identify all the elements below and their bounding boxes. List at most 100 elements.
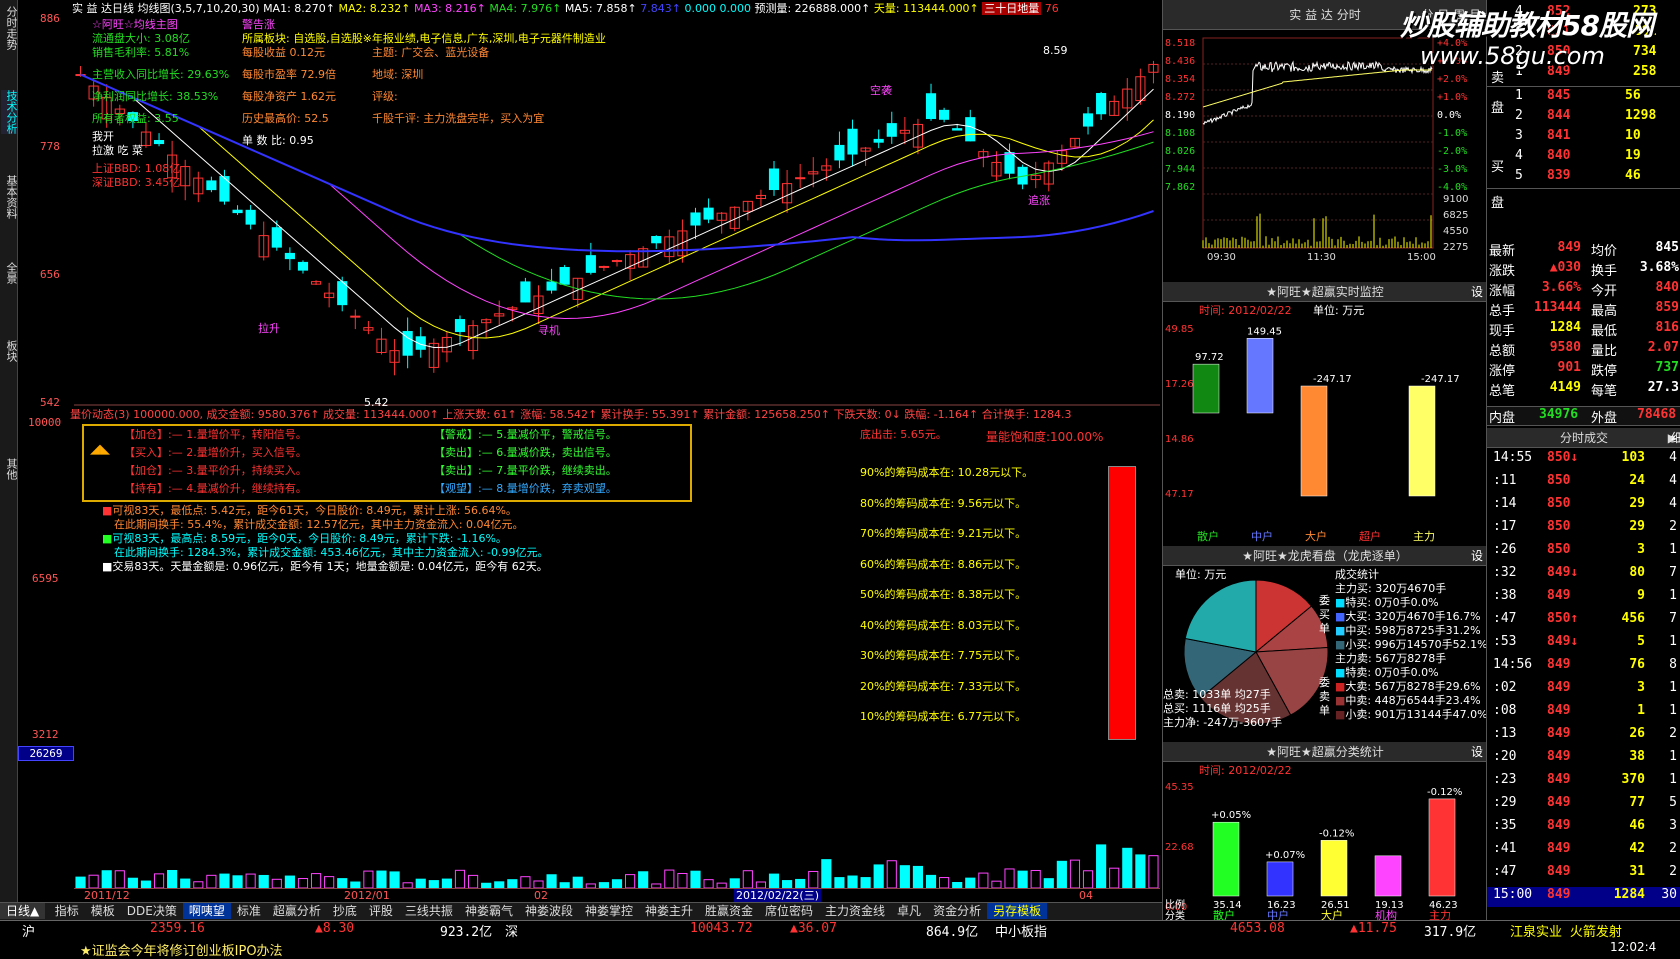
signal-4: 【持有】:— 4.量减价升，继续持有。 (124, 482, 307, 495)
index-value: 4653.08 (1230, 921, 1285, 936)
order-buy-row[interactable]: 4 840 19 (1487, 148, 1680, 168)
panel1-bar (1192, 363, 1220, 414)
order-buy-row[interactable]: 2 844 1298 (1487, 108, 1680, 128)
bottom-tab[interactable]: 神娄波段 (519, 903, 579, 919)
tick-row: :29 849 77 5 (1493, 795, 1677, 810)
info-sz-bbd: 深证BBD: 3.45亿 (92, 176, 181, 189)
bottom-tab[interactable]: 抄底 (327, 903, 363, 919)
bottom-tab[interactable]: DDE决策 (121, 903, 183, 919)
watermark-title: 炒股辅助教材58股网 (1400, 9, 1654, 42)
info-margin: 销售毛利率: 5.81% (92, 46, 190, 59)
tick-row: :53 849↓ 5 1 (1493, 634, 1677, 649)
tab-panorama[interactable]: 全景 (1, 262, 18, 284)
bottom-tab[interactable]: 资金分析 (927, 903, 987, 919)
panel3-bar (1320, 840, 1348, 897)
tab-sector[interactable]: 板块 (1, 340, 18, 362)
panel3-category: 主力 (1429, 909, 1451, 920)
bottom-tab[interactable]: 神娄掌控 (579, 903, 639, 919)
ticks-tab[interactable]: 细 (1671, 428, 1680, 448)
clock: 12:02:4 (1610, 940, 1657, 954)
buy-stat: ■特买: 0万0手0.0% (1335, 596, 1439, 609)
tab-basic[interactable]: 基本资料 (1, 175, 18, 219)
order-buy-row[interactable]: 1 845 56 (1487, 88, 1680, 108)
status-line: 量价动态(3) 100000.000, 成交金额: 9580.376↑ 成交量:… (70, 408, 1072, 421)
stat-line: ■可视83天，最高点: 8.59元，距今0天，今日股价: 8.49元，累计下跌:… (102, 532, 507, 545)
tab-fenshi[interactable]: 分时走势 (1, 6, 18, 50)
index-ticker: 沪 2359.16 ▲8.30 923.2亿 深 10043.72 ▲36.07… (0, 921, 1680, 940)
bottom-tab[interactable]: 评股 (363, 903, 399, 919)
mini-vol-tick: 6825 (1443, 210, 1468, 221)
panel3-bar (1266, 861, 1294, 897)
news-ticker[interactable]: ★证监会今年将修订创业板IPO办法 (80, 940, 283, 959)
panel3-title: ★阿旺★超赢分类统计 (1266, 745, 1384, 759)
panel1-value: -247.17 (1421, 374, 1460, 385)
order-buy-row[interactable]: 5 839 46 (1487, 168, 1680, 188)
bottom-tab[interactable]: 神娄霸气 (459, 903, 519, 919)
panel1-bar (1300, 385, 1328, 497)
tick-row: :14 850 29 4 (1493, 496, 1677, 511)
date-tick: 04 (1079, 889, 1093, 902)
mini-vol-tick: 9100 (1443, 194, 1468, 205)
tick-row: :47 850↑ 456 7 (1493, 611, 1677, 626)
chip-rows: 90%的筹码成本在: 10.28元以下。 80%的筹码成本在: 9.56元以下。… (860, 466, 1033, 741)
panel1-category: 中户 (1251, 529, 1273, 543)
quote-row: 涨跌 ▲030 换手 3.68% (1489, 260, 1679, 279)
bottom-tab[interactable]: 胜赢资金 (699, 903, 759, 919)
panel1-category: 主力 (1413, 530, 1435, 543)
in-value: 34976 (1539, 407, 1579, 422)
label-zhuizhang: 追涨 (1028, 194, 1050, 207)
mini-pct-tick: -1.0% (1437, 128, 1467, 139)
info-theme: 主题: 广交会、蓝光设备 (372, 46, 490, 59)
panel3-category: 大户 (1321, 908, 1343, 920)
mini-price-tick: 8.518 (1165, 38, 1195, 49)
panel1-axis-tick: 17.26 (1165, 379, 1194, 390)
settings-icon[interactable]: 设 (1471, 282, 1483, 302)
tick-row: :41 849 42 2 (1493, 841, 1677, 856)
ticker-stock[interactable]: 江泉实业 火箭发射 (1510, 921, 1622, 940)
panel1-date: 时间: 2012/02/22 (1199, 304, 1292, 317)
bottom-tab[interactable]: 神娄主升 (639, 903, 699, 919)
bottom-tab[interactable]: 指标 (49, 903, 85, 919)
candlestick-chart[interactable] (74, 16, 1160, 406)
info-chi: 拉激 吃 菜 (92, 144, 143, 157)
mini-title: 实 益 达 分时 (1289, 8, 1361, 22)
watermark-url: www.58gu.com (1420, 42, 1605, 70)
bottom-tab[interactable]: 席位密码 (759, 903, 819, 919)
panel3-category: 机构 (1375, 908, 1397, 920)
chip-axis-tick: 10000 (28, 416, 62, 429)
bottom-tab[interactable]: 啊咦望 (182, 903, 231, 919)
order-buy-row[interactable]: 3 841 10 (1487, 128, 1680, 148)
bottom-tab[interactable]: 超赢分析 (267, 903, 327, 919)
bottom-tab[interactable]: 标准 (231, 903, 267, 919)
mini-pct-tick: -4.0% (1437, 182, 1467, 193)
bottom-tab[interactable]: 三线共振 (399, 903, 459, 919)
in-label: 内盘 (1489, 411, 1516, 426)
panel3-header: ★阿旺★超赢分类统计 设 (1163, 742, 1487, 762)
price-tick: 778 (40, 140, 60, 153)
info-open: 我开 (92, 130, 114, 143)
ma5: MA5: 7.858↑ (564, 2, 637, 15)
signal-5: 【警戒】:— 5.量减价平，警戒信号。 (434, 428, 617, 441)
info-right: 主题: 广交会、蓝光设备 地域: 深圳 评级: 千股千评: 主力洗盘完毕，买入为… (372, 46, 544, 126)
bottom-tab[interactable]: 另存模板 (987, 903, 1048, 919)
period-selector[interactable]: 日线▲ (0, 903, 46, 919)
date-tick: 2012/01 (344, 889, 390, 902)
bottom-tab[interactable]: 卓凡 (891, 903, 927, 919)
thirty-day-low: 三十日地量 (982, 2, 1042, 15)
settings-icon[interactable]: 设 (1471, 742, 1483, 762)
tab-tech[interactable]: 技术分析 (1, 90, 18, 134)
price-tick: 542 (40, 396, 60, 409)
panel3-label: -0.12% (1319, 828, 1354, 839)
tick-row: :38 849 9 1 (1493, 588, 1677, 603)
bottom-tab[interactable]: 模板 (85, 903, 121, 919)
bottom-tab[interactable]: 主力资金线 (819, 903, 891, 919)
date-tick: 02 (534, 889, 548, 902)
settings-icon[interactable]: 设 (1471, 546, 1483, 566)
info-revenue: 主营收入同比增长: 29.63% (92, 68, 230, 81)
right-panels: 实 益 达 分时 分 日 周 月 8.518 8.436 8.354 8.272 8.1… (1162, 0, 1488, 920)
mini-time-tick: 15:00 (1407, 252, 1436, 263)
buy-side-label: 买盘 (1491, 160, 1505, 211)
signals-box: ◢◣ 【加仓】:— 1.量增价平，转阳信号。 【警戒】:— 5.量减价平，警戒信… (82, 424, 692, 502)
ma4: MA4: 7.976↑ (489, 2, 562, 15)
tab-other[interactable]: 其他 (1, 458, 18, 480)
